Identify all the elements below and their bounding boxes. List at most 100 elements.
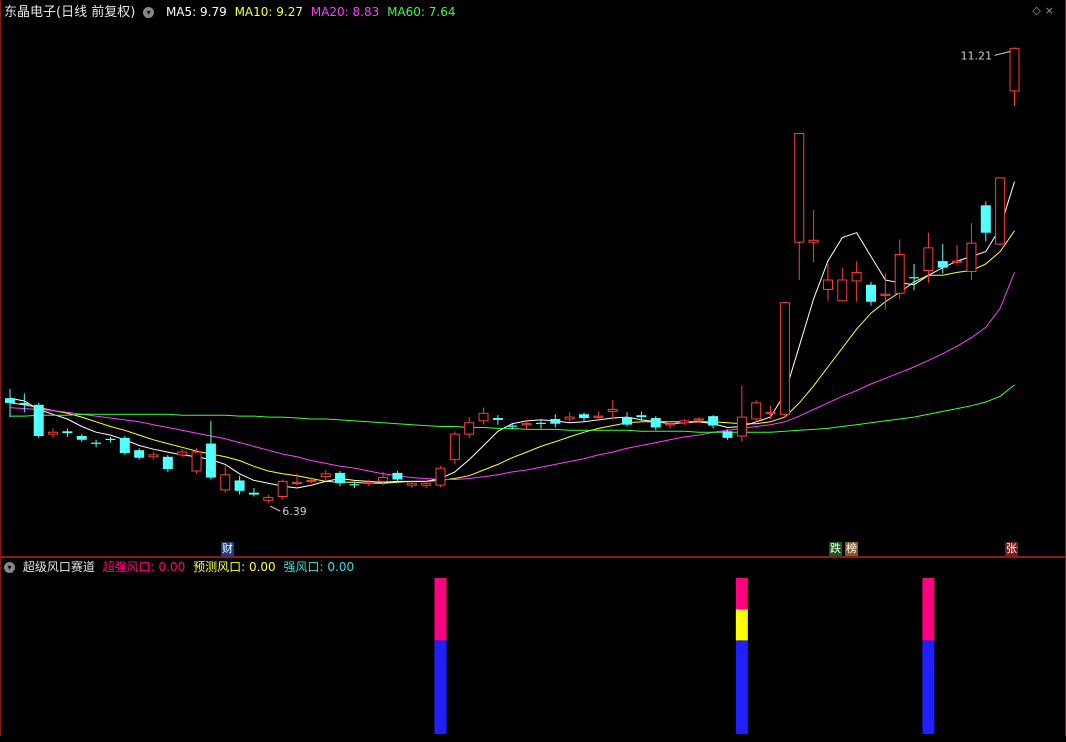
signal-bar-core xyxy=(925,640,932,734)
candle xyxy=(76,434,87,442)
candle xyxy=(851,261,862,302)
candle-body xyxy=(119,437,130,454)
bottom-strip xyxy=(0,736,1066,742)
candle-body xyxy=(62,431,73,434)
signal-bar-segment xyxy=(735,609,748,641)
die-tag[interactable]: 跌 xyxy=(829,542,842,556)
candle xyxy=(550,414,561,428)
candle-body xyxy=(492,418,503,420)
signal2-legend: 预测风口: 0.00 xyxy=(193,560,276,574)
candle xyxy=(19,393,30,413)
candle xyxy=(435,466,446,488)
cai-tag[interactable]: 财 xyxy=(221,542,234,556)
candle-body xyxy=(693,418,704,421)
candle-body xyxy=(751,402,762,420)
candle-body xyxy=(162,456,173,470)
signal-bar-chart[interactable] xyxy=(0,558,1066,736)
candle-body xyxy=(722,431,733,438)
candle-body xyxy=(507,425,518,427)
candle xyxy=(335,470,346,487)
candle xyxy=(736,385,747,442)
high-label: 11.21 xyxy=(961,49,993,62)
candle-body xyxy=(822,279,833,290)
candle xyxy=(119,436,130,455)
candle-body xyxy=(378,477,389,482)
candle-body xyxy=(464,422,475,435)
chevron-down-icon[interactable]: ▾ xyxy=(4,562,15,573)
candle-body xyxy=(392,472,403,480)
signal3-legend: 强风口: 0.00 xyxy=(283,560,355,574)
candle xyxy=(363,479,374,487)
candle xyxy=(808,210,819,263)
candle xyxy=(679,418,690,425)
close-icon[interactable]: × xyxy=(1045,4,1058,17)
candle-body xyxy=(220,474,231,491)
candle xyxy=(937,244,948,274)
candle xyxy=(220,466,231,493)
candle-body xyxy=(349,484,360,486)
candle xyxy=(765,405,776,419)
candle-body xyxy=(292,481,302,485)
candle xyxy=(234,475,245,495)
candle xyxy=(607,400,618,419)
signal-bar-segment xyxy=(434,578,447,641)
candle-body xyxy=(794,132,805,243)
candle xyxy=(779,301,790,419)
candle xyxy=(794,132,805,280)
chevron-down-icon[interactable]: ▾ xyxy=(143,7,155,18)
candle xyxy=(894,239,905,299)
candle-body xyxy=(205,443,216,478)
candle-body xyxy=(134,450,145,458)
candle xyxy=(91,439,102,448)
signal-bar-core xyxy=(738,640,745,734)
candle-body xyxy=(449,433,460,461)
candle xyxy=(105,436,116,443)
bang-tag[interactable]: 榜 xyxy=(845,542,858,556)
candle-body xyxy=(952,260,963,263)
candle xyxy=(952,245,963,265)
candle-body xyxy=(894,253,905,294)
candle xyxy=(134,448,145,460)
candle xyxy=(751,400,762,422)
candle-body xyxy=(909,277,920,279)
candle-body xyxy=(5,398,15,403)
candle-body xyxy=(880,293,891,296)
candle-body xyxy=(521,423,532,426)
candle-body xyxy=(406,482,417,486)
candlestick-chart[interactable]: 11.21 6.39 xyxy=(0,0,1066,556)
candle xyxy=(1009,47,1020,107)
diamond-icon[interactable]: ◇ xyxy=(1032,4,1044,17)
candle xyxy=(48,428,59,438)
candle-body xyxy=(435,467,446,486)
candle-body xyxy=(148,454,159,458)
indicator-title: 超级风口赛道 xyxy=(22,560,95,574)
candle-body xyxy=(851,271,862,282)
candle-body xyxy=(306,479,317,483)
candle xyxy=(837,267,848,302)
candle-body xyxy=(708,416,719,426)
candle xyxy=(464,417,475,438)
candle-body xyxy=(607,409,618,412)
candle-body xyxy=(478,412,489,422)
candle xyxy=(191,448,202,474)
candle-body xyxy=(234,480,245,491)
chart-window: 11.21 6.39 东晶电子(日线 前复权) ▾ MA5: 9.79 MA10:… xyxy=(0,0,1066,742)
candle xyxy=(650,416,661,431)
candle xyxy=(909,263,920,291)
candle-body xyxy=(191,451,202,472)
candle-body xyxy=(636,415,647,418)
window-controls[interactable]: ◇× xyxy=(1032,4,1058,17)
zhang-tag[interactable]: 张 xyxy=(1005,542,1018,556)
candle-body xyxy=(19,402,30,405)
candle xyxy=(622,412,633,427)
signal-bar-core xyxy=(437,640,444,734)
candle-body xyxy=(579,414,589,419)
candle xyxy=(33,402,44,438)
candle-body xyxy=(105,438,116,441)
ma10-legend: MA10: 9.27 xyxy=(234,5,303,19)
candle xyxy=(406,481,417,488)
candle xyxy=(263,494,274,504)
candle-body xyxy=(33,404,44,436)
candle xyxy=(162,454,173,472)
candle xyxy=(492,415,503,425)
